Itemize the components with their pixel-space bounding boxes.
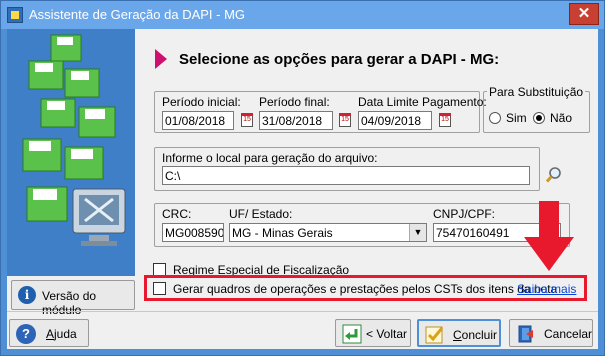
- dialog-client: i Versão do módulo Selecione as opções p…: [7, 29, 598, 349]
- button-bar: ? Ajuda < Voltar Concluir Cancelar: [7, 311, 598, 349]
- page-title: Selecione as opções para gerar a DAPI - …: [179, 51, 500, 68]
- sim-radio-label: Sim: [506, 111, 527, 125]
- heading-arrow-icon: [155, 49, 167, 69]
- arquivo-label: Informe o local para geração do arquivo:: [162, 151, 378, 165]
- nao-radio-label: Não: [550, 111, 573, 125]
- info-icon: i: [18, 286, 36, 304]
- back-button[interactable]: < Voltar: [335, 319, 411, 347]
- crc-label: CRC:: [162, 207, 192, 221]
- calendar-icon[interactable]: 15: [339, 113, 351, 127]
- check-icon: [425, 326, 444, 344]
- data-limite-input[interactable]: 04/09/2018: [358, 111, 432, 130]
- data-limite-label: Data Limite Pagamento:: [358, 95, 487, 109]
- calendar-icon[interactable]: 15: [241, 113, 253, 127]
- help-button[interactable]: ? Ajuda: [9, 319, 89, 347]
- finish-button-label: Concluir: [453, 328, 498, 342]
- uf-label: UF/ Estado:: [229, 207, 293, 221]
- cancel-button[interactable]: Cancelar: [509, 319, 593, 347]
- back-arrow-icon: [342, 324, 362, 344]
- sim-radio[interactable]: [489, 112, 501, 124]
- title-bar[interactable]: Assistente de Geração da DAPI - MG ✕: [1, 1, 604, 29]
- periodo-inicial-input[interactable]: 01/08/2018: [162, 111, 234, 130]
- cancel-button-label: Cancelar: [544, 327, 593, 341]
- help-button-label: Ajuda: [46, 327, 77, 341]
- saiba-mais-link[interactable]: Saiba mais: [517, 282, 576, 296]
- version-button[interactable]: i Versão do módulo: [11, 280, 135, 317]
- exit-door-icon: [518, 325, 533, 343]
- arquivo-path-input[interactable]: C:\: [162, 166, 530, 185]
- wizard-illustration: [7, 29, 135, 276]
- search-icon[interactable]: [545, 166, 563, 184]
- window-title: Assistente de Geração da DAPI - MG: [29, 7, 246, 22]
- calendar-icon[interactable]: 15: [439, 113, 451, 127]
- red-arrow-down-icon: [524, 201, 574, 271]
- periodo-final-input[interactable]: 31/08/2018: [259, 111, 333, 130]
- floppy-disks-illustration: [7, 29, 135, 276]
- substituicao-title: Para Substituição: [487, 85, 586, 99]
- gerar-quadros-checkbox[interactable]: [153, 282, 166, 295]
- close-button[interactable]: ✕: [569, 3, 599, 25]
- back-button-label: < Voltar: [366, 327, 408, 341]
- periodo-inicial-label: Período inicial:: [162, 95, 241, 109]
- uf-select-value: MG - Minas Gerais: [232, 226, 333, 240]
- uf-select[interactable]: MG - Minas Gerais ▼: [229, 223, 427, 242]
- dialog-window: Assistente de Geração da DAPI - MG ✕ i V…: [0, 0, 605, 356]
- crc-input[interactable]: MG008590o: [162, 223, 224, 242]
- cnpj-label: CNPJ/CPF:: [433, 207, 496, 221]
- nao-radio[interactable]: [533, 112, 545, 124]
- finish-button[interactable]: Concluir: [417, 319, 501, 347]
- periodo-final-label: Período final:: [259, 95, 330, 109]
- app-icon: [7, 7, 23, 23]
- help-icon: ?: [16, 324, 36, 344]
- gerar-quadros-label: Gerar quadros de operações e prestações …: [173, 282, 558, 296]
- chevron-down-icon[interactable]: ▼: [409, 224, 426, 241]
